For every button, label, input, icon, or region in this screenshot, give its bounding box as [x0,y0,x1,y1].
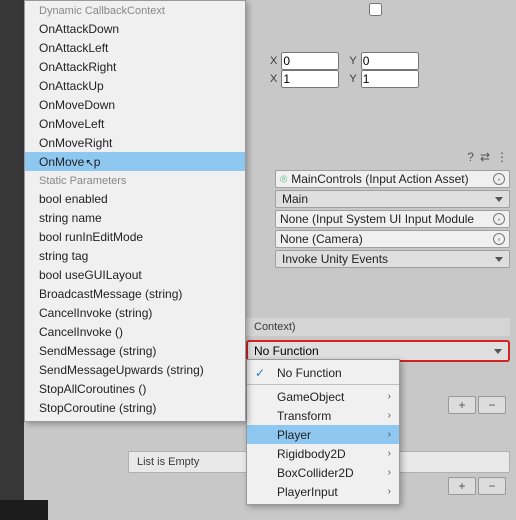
submenu-item-boxcollider2d[interactable]: BoxCollider2D › [247,463,399,482]
static-section-header: Static Parameters [25,171,245,189]
submenu-divider [247,384,399,385]
asset-icon: ⌾ [280,172,287,187]
component-header-icons: ? ⇄ ⋮ [467,150,508,164]
menu-item-cancelinvoke-[interactable]: CancelInvoke () [25,322,245,341]
menu-item-string-name[interactable]: string name [25,208,245,227]
behavior-value: Invoke Unity Events [282,252,388,266]
used-by-effector-checkbox[interactable] [369,3,382,16]
menu-item-onmoveleft[interactable]: OnMoveLeft [25,114,245,133]
check-icon: ✓ [255,366,265,380]
menu-item-onattackdown[interactable]: OnAttackDown [25,19,245,38]
offset-y-input[interactable] [361,52,419,70]
submenu-item-label: BoxCollider2D [277,466,354,480]
offset-x-label: X [270,55,277,67]
submenu-item-label: GameObject [277,390,344,404]
menu-item-onmoveright[interactable]: OnMoveRight [25,133,245,152]
menu-item-onattackup[interactable]: OnAttackUp [25,76,245,95]
function-selector-value: No Function [254,344,319,358]
ui-module-field[interactable]: None (Input System UI Input Module ◦ [275,210,510,228]
actions-field[interactable]: ⌾ MainControls (Input Action Asset) ◦ [275,170,510,188]
callback-context-header: Context) [246,318,510,336]
size-x-input[interactable] [281,70,339,88]
submenu-no-function-label: No Function [277,366,342,380]
menu-item-bool-enabled[interactable]: bool enabled [25,189,245,208]
chevron-right-icon: › [388,391,391,402]
object-picker-icon[interactable]: ◦ [493,233,505,245]
offset-x-input[interactable] [281,52,339,70]
chevron-down-icon [494,349,502,354]
submenu-item-transform[interactable]: Transform › [247,406,399,425]
dynamic-section-header: Dynamic CallbackContext [25,1,245,19]
submenu-item-player[interactable]: Player › [247,425,399,444]
menu-item-onattackright[interactable]: OnAttackRight [25,57,245,76]
chevron-right-icon: › [388,448,391,459]
behavior-dropdown[interactable]: Invoke Unity Events [275,250,510,268]
offset-y-label: Y [349,55,356,67]
submenu-item-label: PlayerInput [277,485,338,499]
minus-icon: − [488,398,495,412]
help-icon[interactable]: ? [467,150,474,164]
function-submenu: ✓ No Function GameObject›Transform›Playe… [246,359,400,505]
chevron-right-icon: › [388,486,391,497]
list-remove-button[interactable]: − [478,477,506,495]
plus-icon: + [458,398,465,412]
object-picker-icon[interactable]: ◦ [493,173,505,185]
size-y-label: Y [349,73,356,85]
menu-item-sendmessageupwards-string-[interactable]: SendMessageUpwards (string) [25,360,245,379]
camera-value: None (Camera) [280,232,363,246]
preset-icon[interactable]: ⇄ [480,150,490,164]
list-add-button[interactable]: + [448,396,476,414]
menu-item-stopcoroutine-string-[interactable]: StopCoroutine (string) [25,398,245,417]
default-map-dropdown[interactable]: Main [275,190,510,208]
default-map-value: Main [282,192,308,206]
size-x-label: X [270,73,277,85]
menu-item-string-tag[interactable]: string tag [25,246,245,265]
menu-item-sendmessage-string-[interactable]: SendMessage (string) [25,341,245,360]
submenu-item-gameobject[interactable]: GameObject › [247,387,399,406]
cursor-icon: ↖ [85,158,93,169]
chevron-right-icon: › [388,429,391,440]
chevron-down-icon [495,257,503,262]
actions-value: MainControls (Input Action Asset) [291,172,468,186]
size-y-input[interactable] [361,70,419,88]
callback-method-menu: Dynamic CallbackContext OnAttackDownOnAt… [24,0,246,422]
submenu-item-label: Player [277,428,311,442]
menu-item-bool-useguilayout[interactable]: bool useGUILayout [25,265,245,284]
menu-item-onattackleft[interactable]: OnAttackLeft [25,38,245,57]
menu-item-onmoveup[interactable]: OnMove↖p [25,152,245,171]
submenu-item-label: Transform [277,409,331,423]
submenu-item-no-function[interactable]: ✓ No Function [247,363,399,382]
chevron-right-icon: › [388,467,391,478]
submenu-item-rigidbody2d[interactable]: Rigidbody2D › [247,444,399,463]
camera-field[interactable]: None (Camera) ◦ [275,230,510,248]
inspector-panel: Used By Effector X Y X Y ? ⇄ ⋮ ⌾ MainCon… [0,0,516,519]
chevron-down-icon [495,197,503,202]
submenu-item-playerinput[interactable]: PlayerInput › [247,482,399,501]
plus-icon: + [458,479,465,493]
menu-icon[interactable]: ⋮ [496,150,508,164]
list-add-button[interactable]: + [448,477,476,495]
left-dark-strip-bottom [0,500,48,520]
object-picker-icon[interactable]: ◦ [493,213,505,225]
menu-item-bool-runineditmode[interactable]: bool runInEditMode [25,227,245,246]
chevron-right-icon: › [388,410,391,421]
menu-item-stopallcoroutines-[interactable]: StopAllCoroutines () [25,379,245,398]
menu-item-broadcastmessage-string-[interactable]: BroadcastMessage (string) [25,284,245,303]
menu-item-cancelinvoke-string-[interactable]: CancelInvoke (string) [25,303,245,322]
submenu-item-label: Rigidbody2D [277,447,346,461]
left-dark-strip [0,0,24,519]
list-remove-button[interactable]: − [478,396,506,414]
menu-item-onmovedown[interactable]: OnMoveDown [25,95,245,114]
minus-icon: − [488,479,495,493]
ui-module-value: None (Input System UI Input Module [280,212,474,226]
